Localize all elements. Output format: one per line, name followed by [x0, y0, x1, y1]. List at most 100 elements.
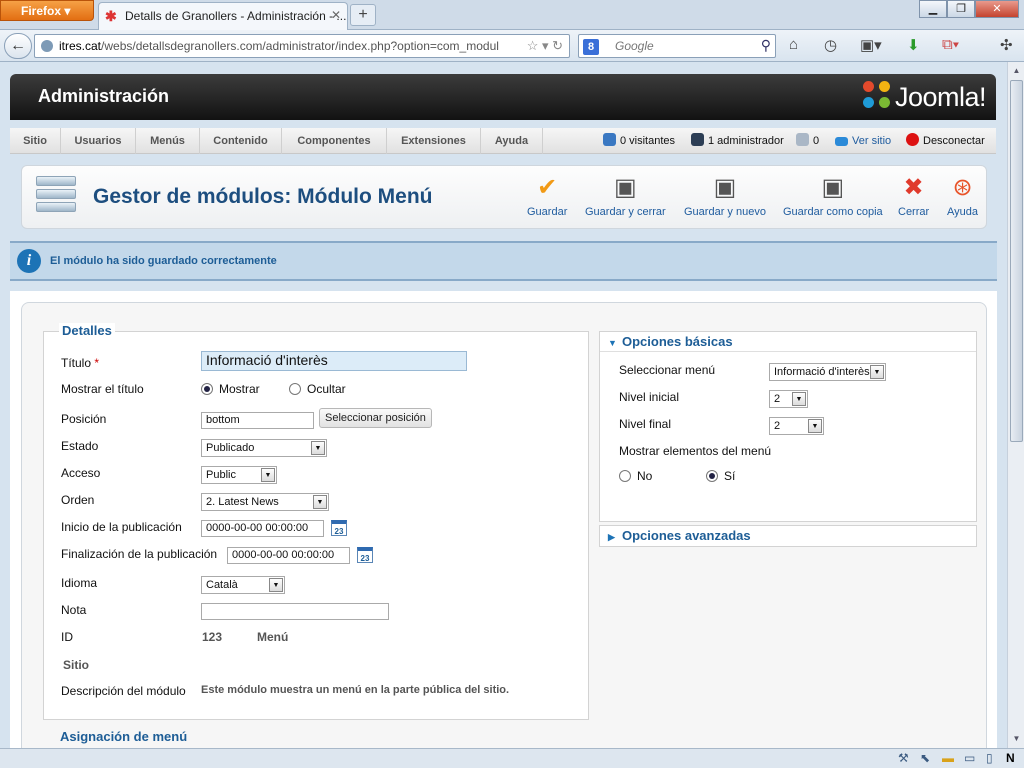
save-new-button[interactable]: ▣ Guardar y nuevo [684, 174, 766, 218]
save-label: Guardar [527, 206, 568, 218]
back-button[interactable]: ← [4, 33, 32, 59]
save-copy-label: Guardar como copia [783, 206, 883, 218]
bookmark-star-icon[interactable]: ☆ ▾ ↻ [527, 38, 563, 54]
firefox-menu-label: Firefox [21, 4, 62, 18]
advanced-options-panel: ▶ Opciones avanzadas [599, 525, 977, 547]
end-level-value: 2 [774, 420, 781, 432]
menu-item-sitio[interactable]: Sitio [10, 128, 61, 154]
access-select[interactable]: Public ▼ [201, 466, 277, 484]
admins-icon [691, 133, 704, 146]
joomla-logo-text: Joomla! [894, 82, 987, 112]
home-icon[interactable]: ⌂ [789, 36, 798, 53]
cursor-icon[interactable]: ⬉ [920, 751, 930, 765]
save-copy-button[interactable]: ▣ Guardar como copia [783, 174, 883, 218]
search-placeholder: Google [615, 39, 654, 53]
save-button[interactable]: ✔ Guardar [527, 174, 567, 218]
publish-down-input[interactable]: 0000-00-00 00:00:00 [227, 547, 350, 564]
extension-icon[interactable]: ✣ [1000, 36, 1013, 54]
chevron-down-icon: ▼ [261, 468, 275, 482]
state-select[interactable]: Publicado ▼ [201, 439, 327, 457]
address-bar[interactable]: itres.cat/webs/detallsdegranollers.com/a… [34, 34, 570, 58]
publish-up-input[interactable]: 0000-00-00 00:00:00 [201, 520, 324, 537]
menu-item-componentes[interactable]: Componentes [282, 128, 387, 154]
monitor-small-icon[interactable]: ▯ [986, 751, 993, 765]
url-path: /webs/detallsdegranollers.com/administra… [101, 39, 499, 53]
save-close-button[interactable]: ▣ Guardar y cerrar [585, 174, 666, 218]
maximize-window-button[interactable]: ❐ [947, 0, 975, 18]
window-icon[interactable]: ▭ [964, 751, 975, 765]
browser-navigation-bar: ← itres.cat/webs/detallsdegranollers.com… [0, 30, 1024, 62]
bookmarks-icon[interactable]: ▣▾ [860, 36, 882, 54]
close-button[interactable]: ✖ Cerrar [898, 174, 929, 218]
position-input[interactable]: bottom [201, 412, 314, 429]
firefox-menu-button[interactable]: Firefox ▾ [0, 0, 94, 21]
basic-options-header[interactable]: ▼ Opciones básicas [600, 332, 976, 352]
calendar-icon[interactable]: 23 [331, 520, 347, 536]
order-label: Orden [61, 493, 95, 507]
logout-label: Desconectar [923, 135, 985, 147]
show-title-radio-hide[interactable] [289, 383, 301, 395]
scroll-down-arrow-icon[interactable]: ▼ [1010, 732, 1023, 746]
scroll-up-arrow-icon[interactable]: ▲ [1010, 64, 1023, 78]
end-level-select[interactable]: 2 ▼ [769, 417, 824, 435]
select-position-button[interactable]: Seleccionar posición [319, 408, 432, 428]
details-fieldset: Detalles Título * Informació d'interès M… [43, 323, 589, 720]
messages-status[interactable]: 0 [796, 128, 819, 154]
browser-tab-strip: Firefox ▾ ✱ Detalls de Granollers - Admi… [0, 0, 1024, 30]
scrollbar-thumb[interactable] [1010, 80, 1023, 442]
download-icon[interactable]: ⬇ [907, 36, 920, 54]
logout-link[interactable]: Desconectar [906, 128, 985, 154]
help-button[interactable]: ⊛ Ayuda [947, 174, 978, 218]
folder-icon[interactable]: ▬ [942, 751, 954, 765]
admins-status: 1 administrador [691, 128, 784, 154]
chevron-down-icon: ▼ [269, 578, 283, 592]
id-value: 123 [202, 630, 223, 644]
noscript-icon[interactable]: N [1006, 751, 1015, 765]
admins-count: 1 administrador [708, 135, 784, 147]
start-level-label: Nivel inicial [619, 390, 680, 404]
end-level-label: Nivel final [619, 417, 672, 431]
start-level-value: 2 [774, 393, 781, 405]
page-scrollbar[interactable]: ▲ ▼ [1007, 62, 1024, 748]
messages-count: 0 [813, 135, 820, 147]
history-icon[interactable]: ◷ [824, 36, 837, 54]
language-select[interactable]: Català ▼ [201, 576, 285, 594]
minimize-window-button[interactable]: ▁ [919, 0, 947, 18]
search-bar[interactable]: 8 Google ⚲ [578, 34, 776, 58]
menu-item-ayuda[interactable]: Ayuda [481, 128, 543, 154]
title-label-text: Título [61, 356, 92, 370]
note-label: Nota [61, 603, 87, 617]
basic-options-panel: ▼ Opciones básicas Seleccionar menú Infor… [599, 331, 977, 522]
close-tab-icon[interactable]: ✕ [331, 8, 341, 22]
order-select[interactable]: 2. Latest News ▼ [201, 493, 329, 511]
joomla-logo[interactable]: Joomla! [862, 81, 987, 113]
calendar-icon[interactable]: 23 [357, 547, 373, 563]
tools-icon[interactable]: ⚒ [898, 751, 909, 765]
admin-title: Administración [38, 86, 170, 106]
menu-item-extensiones[interactable]: Extensiones [387, 128, 481, 154]
menu-item-contenido[interactable]: Contenido [200, 128, 282, 154]
show-subitems-radio-yes[interactable] [706, 470, 718, 482]
info-icon: i [17, 249, 41, 273]
menu-item-usuarios[interactable]: Usuarios [61, 128, 136, 154]
show-title-radio-show[interactable] [201, 383, 213, 395]
start-level-select[interactable]: 2 ▼ [769, 390, 808, 408]
language-label: Idioma [61, 576, 98, 590]
browser-tab-active[interactable]: ✱ Detalls de Granollers - Administración… [98, 2, 348, 30]
addon-icon[interactable]: ⧉▾ [942, 36, 959, 53]
note-input[interactable] [201, 603, 389, 620]
close-window-button[interactable]: ✕ [975, 0, 1019, 18]
select-menu-select[interactable]: Informació d'interès ▼ [769, 363, 886, 381]
advanced-options-header[interactable]: ▶ Opciones avanzadas [600, 526, 976, 546]
triangle-right-icon: ▶ [608, 532, 615, 542]
site-identity-icon[interactable] [41, 40, 53, 52]
show-subitems-radio-no[interactable] [619, 470, 631, 482]
search-icon[interactable]: ⚲ [761, 37, 771, 54]
view-site-link[interactable]: Ver sitio [835, 128, 891, 154]
close-circle-icon: ✖ [903, 174, 924, 201]
search-engine-icon[interactable]: 8 [583, 39, 599, 55]
menu-item-menus[interactable]: Menús [136, 128, 200, 154]
title-input[interactable]: Informació d'interès [201, 351, 467, 371]
new-tab-button[interactable]: + [350, 4, 376, 26]
logout-icon [906, 133, 919, 146]
